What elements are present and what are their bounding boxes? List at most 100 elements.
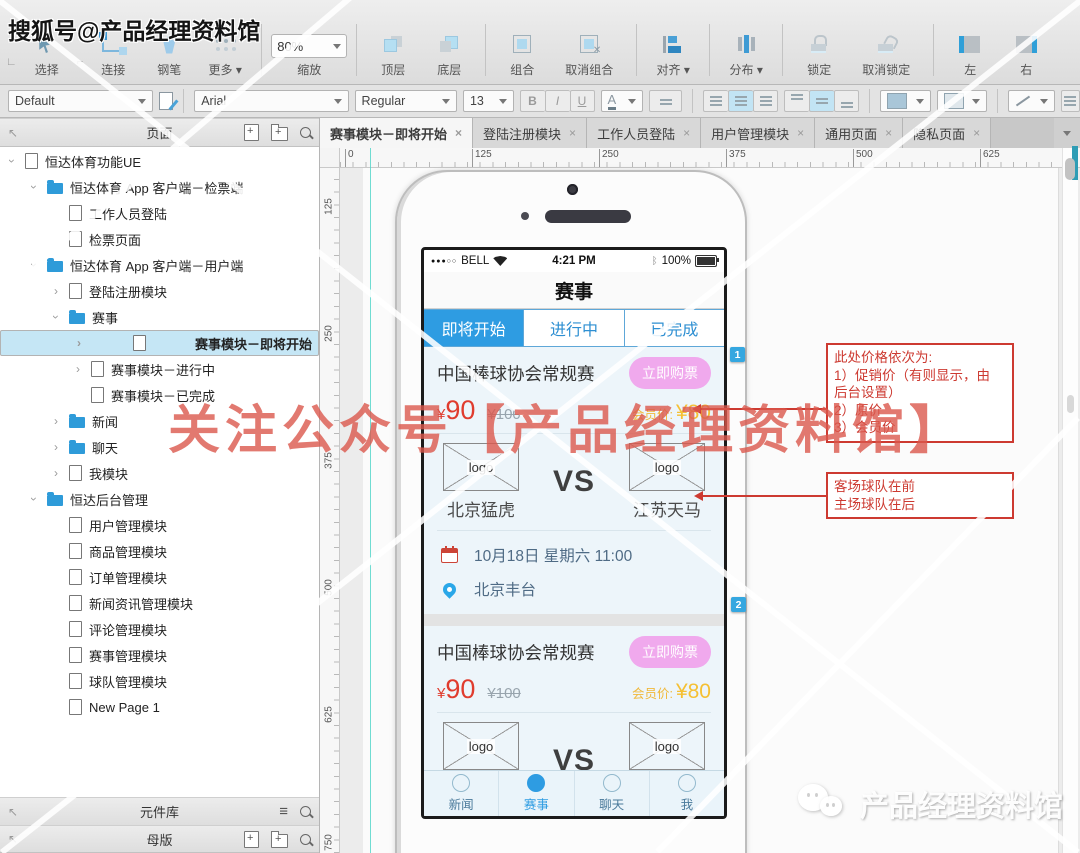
align-text-top-button[interactable] <box>784 90 809 112</box>
line-style-button[interactable] <box>1008 90 1055 112</box>
align-left-edge-button[interactable]: 左 <box>944 30 996 78</box>
text-case-button[interactable] <box>649 90 682 112</box>
style-preset-select[interactable]: Default <box>8 90 153 112</box>
search-icon[interactable] <box>300 127 311 138</box>
tree-expander-icon[interactable]: › <box>27 493 41 505</box>
tree-item[interactable]: ›恒达体育 App 客户端－检票端 <box>0 174 319 200</box>
tree-item[interactable]: 新闻资讯管理模块 <box>0 590 319 616</box>
unlock-button[interactable]: 取消锁定 <box>849 30 923 78</box>
tree-expander-icon[interactable]: › <box>50 284 62 298</box>
align-button[interactable]: 对齐 ▾ <box>647 30 699 78</box>
document-tab[interactable]: 赛事模块－即将开始× <box>320 118 473 148</box>
font-weight-select[interactable]: Regular <box>355 90 457 112</box>
tree-item[interactable]: New Page 1 <box>0 694 319 720</box>
tab-close-icon[interactable]: × <box>455 126 462 140</box>
search-icon[interactable] <box>300 834 311 845</box>
tab-close-icon[interactable]: × <box>569 126 576 140</box>
tree-item[interactable]: 评论管理模块 <box>0 616 319 642</box>
document-tab[interactable]: 隐私页面× <box>903 118 991 148</box>
add-master-folder-icon[interactable] <box>271 834 288 848</box>
add-page-icon[interactable] <box>244 124 259 141</box>
align-right-edge-button[interactable]: 右 <box>1000 30 1052 78</box>
tree-item[interactable]: ›赛事模块－即将开始 <box>0 330 319 356</box>
tree-item[interactable]: ›我模块 <box>0 460 319 486</box>
tab-close-icon[interactable]: × <box>973 126 980 140</box>
tree-item[interactable]: 球队管理模块 <box>0 668 319 694</box>
lock-button[interactable]: 锁定 <box>793 30 845 78</box>
document-tab[interactable]: 工作人员登陆× <box>587 118 701 148</box>
ungroup-button[interactable]: 取消组合 <box>552 30 626 78</box>
edit-style-icon[interactable] <box>159 92 174 110</box>
italic-button[interactable]: I <box>545 90 570 112</box>
scrollbar-thumb[interactable] <box>1065 158 1075 180</box>
font-color-button[interactable]: A <box>601 90 644 112</box>
segment-tab[interactable]: 进行中 <box>524 310 624 346</box>
tree-expander-icon[interactable]: › <box>73 336 85 350</box>
tab-overflow-button[interactable] <box>1054 118 1080 148</box>
tree-item[interactable]: ›登陆注册模块 <box>0 278 319 304</box>
bring-to-front-button[interactable]: 顶层 <box>367 30 419 78</box>
tree-item[interactable]: ›恒达体育 App 客户端－用户端 <box>0 252 319 278</box>
align-text-middle-button[interactable] <box>809 90 834 112</box>
tree-item[interactable]: 检票页面 <box>0 226 319 252</box>
document-tab[interactable]: 用户管理模块× <box>701 118 815 148</box>
align-text-center-button[interactable] <box>728 90 753 112</box>
font-family-select[interactable]: Arial <box>194 90 348 112</box>
tree-item[interactable]: ›赛事模块－进行中 <box>0 356 319 382</box>
tree-item[interactable]: 用户管理模块 <box>0 512 319 538</box>
bottom-tab-1[interactable]: 新闻 <box>424 771 498 816</box>
search-icon[interactable] <box>300 806 311 817</box>
tree-item[interactable]: 商品管理模块 <box>0 538 319 564</box>
group-button[interactable]: 组合 <box>496 30 548 78</box>
add-folder-icon[interactable] <box>271 127 288 141</box>
tree-item[interactable]: 赛事管理模块 <box>0 642 319 668</box>
tree-expander-icon[interactable]: › <box>50 414 62 428</box>
add-master-icon[interactable] <box>244 831 259 848</box>
footnote-badge[interactable]: 1 <box>730 347 745 362</box>
buy-ticket-button[interactable]: 立即购票 <box>629 636 711 668</box>
distribute-button[interactable]: 分布 ▾ <box>720 30 772 78</box>
font-size-select[interactable]: 13 <box>463 90 514 112</box>
tab-close-icon[interactable]: × <box>797 126 804 140</box>
tab-close-icon[interactable]: × <box>683 126 690 140</box>
guide-line[interactable] <box>370 148 371 853</box>
list-menu-icon[interactable]: ≡ <box>279 807 288 817</box>
collapse-panel-icon[interactable]: ↖ <box>8 805 18 819</box>
document-tab[interactable]: 通用页面× <box>815 118 903 148</box>
bottom-tab-4[interactable]: 我 <box>649 771 724 816</box>
segment-tab[interactable]: 已完成 <box>625 310 724 346</box>
tree-expander-icon[interactable]: › <box>27 259 41 271</box>
document-tab[interactable]: 登陆注册模块× <box>473 118 587 148</box>
tree-item[interactable]: 订单管理模块 <box>0 564 319 590</box>
send-to-back-button[interactable]: 底层 <box>423 30 475 78</box>
iphone-mockup[interactable]: ●●●○○ BELL 4:21 PM ᛒ 100% 赛事 即将开始进行中已完成 … <box>395 170 747 853</box>
fill-color-button[interactable] <box>880 90 931 112</box>
zoom-select[interactable]: 80% <box>271 34 347 58</box>
vertical-scrollbar[interactable] <box>1062 148 1078 853</box>
tree-item[interactable]: 工作人员登陆 <box>0 200 319 226</box>
tree-expander-icon[interactable]: › <box>27 181 41 193</box>
tree-expander-icon[interactable]: › <box>5 155 19 167</box>
tab-close-icon[interactable]: × <box>885 126 892 140</box>
zoom-control[interactable]: 80% 缩放 <box>272 34 346 78</box>
align-text-bottom-button[interactable] <box>834 90 859 112</box>
collapse-panel-icon[interactable]: ↖ <box>8 832 18 846</box>
underline-button[interactable]: U <box>570 90 595 112</box>
tree-item[interactable]: ›恒达后台管理 <box>0 486 319 512</box>
tree-expander-icon[interactable]: › <box>50 440 62 454</box>
bottom-tab-3[interactable]: 聊天 <box>574 771 649 816</box>
more-style-button[interactable] <box>1061 90 1080 112</box>
tree-expander-icon[interactable]: › <box>72 362 84 376</box>
buy-ticket-button[interactable]: 立即购票 <box>629 357 711 389</box>
tree-expander-icon[interactable]: › <box>50 466 62 480</box>
tree-item[interactable]: ›赛事 <box>0 304 319 330</box>
align-text-left-button[interactable] <box>703 90 728 112</box>
tree-expander-icon[interactable]: › <box>49 311 63 323</box>
bold-button[interactable]: B <box>520 90 545 112</box>
collapse-panel-icon[interactable]: ↖ <box>8 126 18 140</box>
align-text-right-button[interactable] <box>753 90 778 112</box>
border-color-button[interactable] <box>937 90 988 112</box>
scrollbar-thumb[interactable] <box>1067 395 1074 413</box>
footnote-badge[interactable]: 2 <box>731 597 746 612</box>
bottom-tab-2[interactable]: 赛事 <box>498 771 573 816</box>
